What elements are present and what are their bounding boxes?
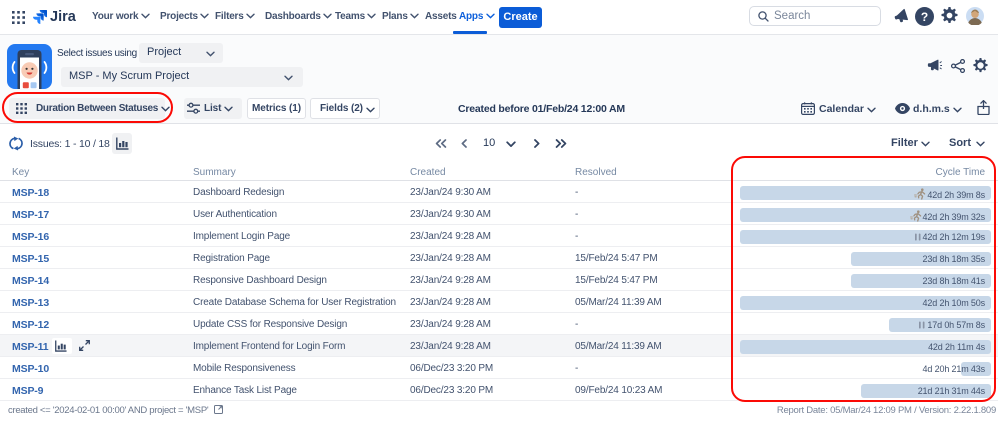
svg-text:?: ? (921, 10, 928, 24)
